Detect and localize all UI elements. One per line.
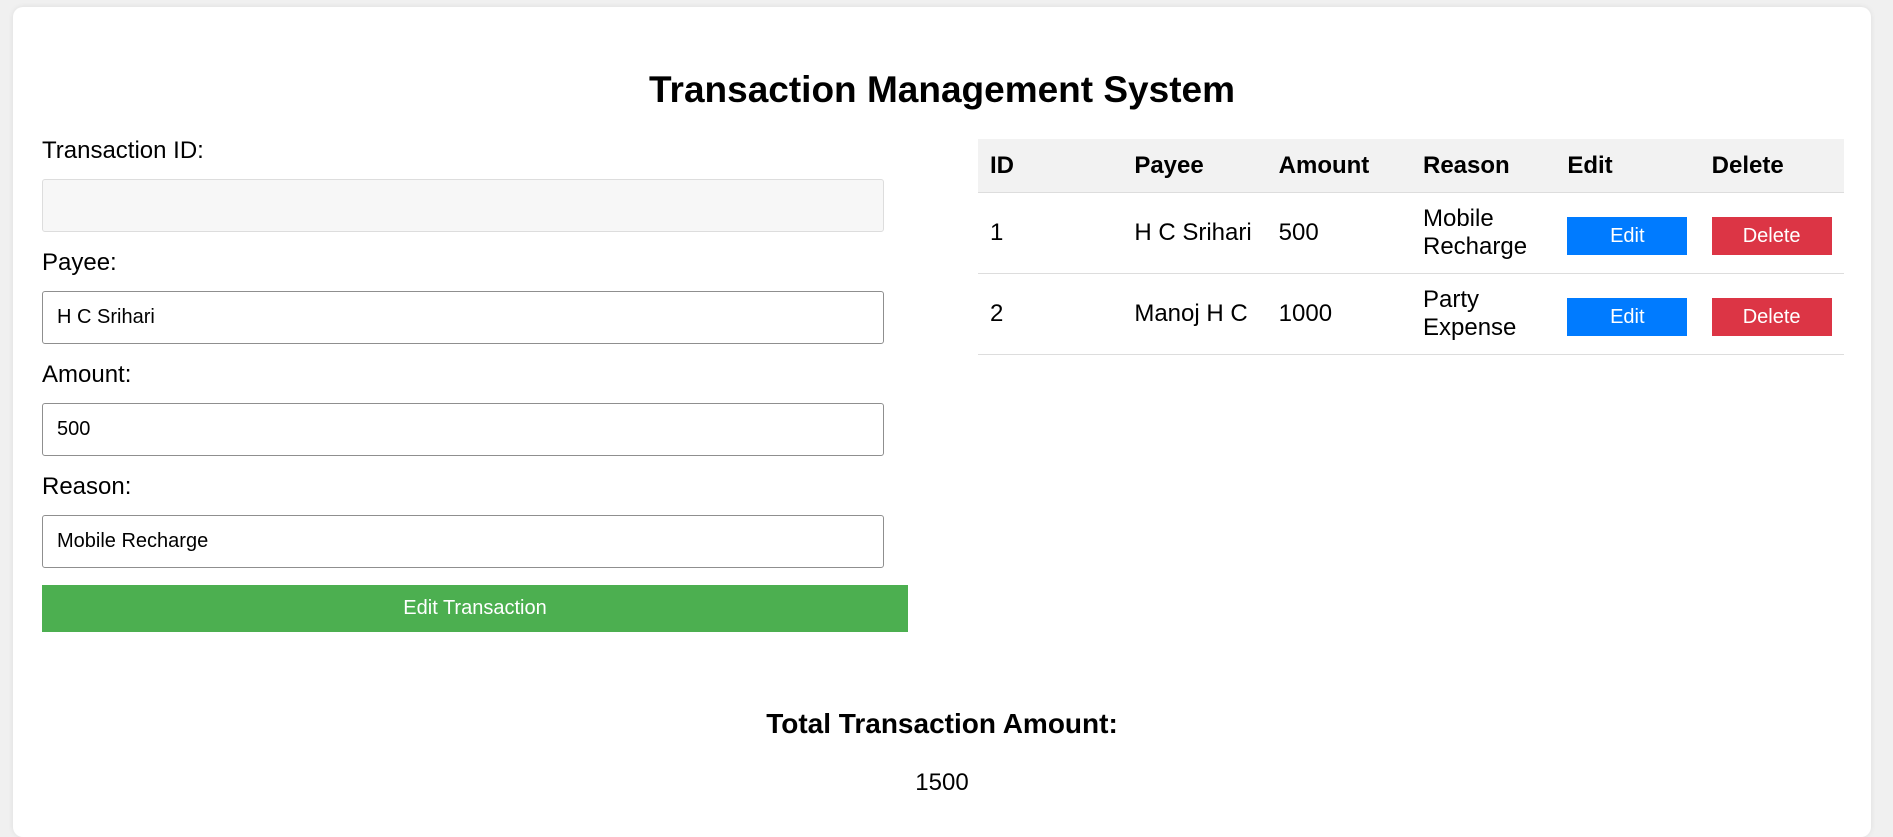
cell-reason: Party Expense xyxy=(1410,273,1556,355)
transactions-table-panel: ID Payee Amount Reason Edit Delete 1 H C… xyxy=(978,139,1844,355)
edit-row-button[interactable]: Edit xyxy=(1567,298,1688,336)
transaction-form: Transaction ID: Payee: Amount: Reason: E… xyxy=(42,137,920,632)
cell-amount: 1000 xyxy=(1266,273,1411,355)
column-header-id: ID xyxy=(978,139,1123,193)
page-title: Transaction Management System xyxy=(648,69,1236,110)
cell-amount: 500 xyxy=(1266,192,1411,274)
cell-id: 1 xyxy=(978,192,1123,274)
total-amount-heading: Total Transaction Amount: xyxy=(766,708,1118,739)
column-header-payee: Payee xyxy=(1122,139,1267,193)
payee-input[interactable] xyxy=(42,291,884,344)
table-header-row: ID Payee Amount Reason Edit Delete xyxy=(978,139,1844,193)
reason-label: Reason: xyxy=(42,473,132,500)
table-row: 2 Manoj H C 1000 Party Expense Edit Dele… xyxy=(978,273,1844,355)
cell-delete: Delete xyxy=(1699,192,1844,274)
edit-row-button[interactable]: Edit xyxy=(1567,217,1688,255)
delete-row-button[interactable]: Delete xyxy=(1711,298,1832,336)
main-container: Transaction Management System Transactio… xyxy=(13,7,1871,837)
cell-edit: Edit xyxy=(1555,273,1700,355)
reason-input[interactable] xyxy=(42,515,884,568)
transactions-table: ID Payee Amount Reason Edit Delete 1 H C… xyxy=(978,139,1844,355)
cell-payee: H C Srihari xyxy=(1122,192,1267,274)
column-header-delete: Delete xyxy=(1699,139,1844,193)
cell-delete: Delete xyxy=(1699,273,1844,355)
cell-reason: Mobile Recharge xyxy=(1410,192,1556,274)
cell-edit: Edit xyxy=(1555,192,1700,274)
amount-label: Amount: xyxy=(42,361,132,388)
payee-label: Payee: xyxy=(42,249,117,276)
transaction-id-label: Transaction ID: xyxy=(42,137,204,164)
edit-transaction-button[interactable]: Edit Transaction xyxy=(42,585,908,632)
table-row: 1 H C Srihari 500 Mobile Recharge Edit D… xyxy=(978,192,1844,274)
column-header-amount: Amount xyxy=(1266,139,1411,193)
column-header-reason: Reason xyxy=(1410,139,1556,193)
amount-input[interactable] xyxy=(42,403,884,456)
transaction-id-input[interactable] xyxy=(42,179,884,232)
cell-id: 2 xyxy=(978,273,1123,355)
cell-payee: Manoj H C xyxy=(1122,273,1267,355)
total-amount-value: 1500 xyxy=(915,769,969,796)
delete-row-button[interactable]: Delete xyxy=(1711,217,1832,255)
column-header-edit: Edit xyxy=(1555,139,1700,193)
